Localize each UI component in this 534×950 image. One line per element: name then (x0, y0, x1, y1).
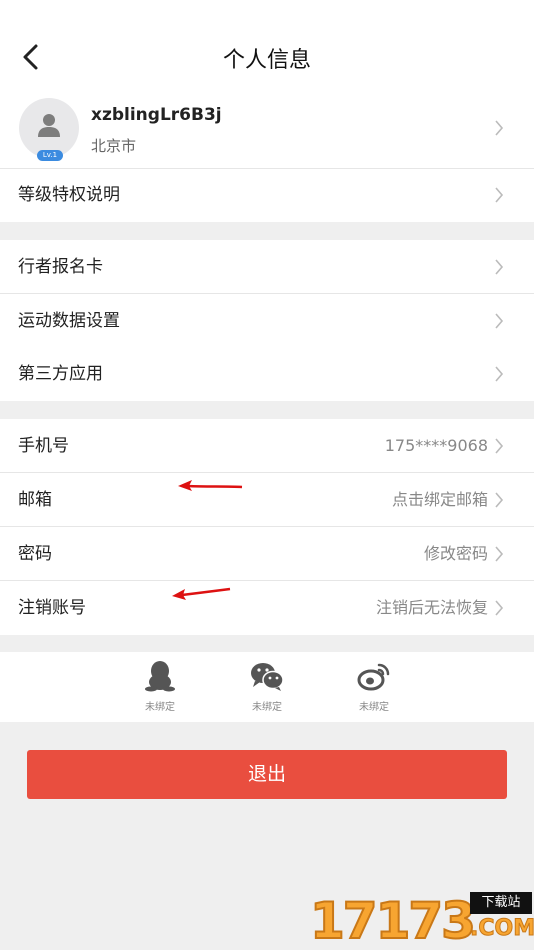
wechat-binding[interactable]: 未绑定 (237, 660, 297, 713)
wechat-icon (251, 663, 284, 691)
chevron-right-icon (495, 259, 504, 275)
chevron-right-icon (495, 366, 504, 382)
page-title: 个人信息 (222, 48, 311, 73)
chevron-right-icon (495, 492, 504, 508)
row-phone[interactable]: 手机号 175****9068 (0, 419, 534, 473)
social-bindings: 未绑定 未绑定 未绑定 (0, 652, 534, 722)
watermark-logo: 17173 下载站 .COM (309, 888, 534, 950)
binding-caption: 未绑定 (252, 702, 282, 713)
binding-caption: 未绑定 (359, 702, 389, 713)
user-icon (38, 114, 60, 137)
weibo-binding[interactable]: 未绑定 (344, 660, 404, 713)
phone-value: 175****9068 (384, 436, 488, 455)
watermark-digits: 17173 (309, 891, 477, 950)
email-value: 点击绑定邮箱 (391, 490, 488, 509)
row-email[interactable]: 邮箱 点击绑定邮箱 (0, 473, 534, 527)
row-label: 注销账号 (18, 598, 86, 618)
section-gap (0, 401, 534, 419)
row-label: 邮箱 (18, 490, 52, 510)
chevron-right-icon (495, 438, 504, 454)
watermark-domain: .COM (470, 916, 534, 942)
annotation-arrow (172, 587, 231, 600)
row-label: 密码 (18, 544, 52, 564)
section-gap (0, 222, 534, 240)
chevron-right-icon (495, 120, 504, 136)
annotation-arrow (178, 480, 243, 491)
password-value: 修改密码 (423, 544, 488, 563)
profile-row[interactable]: Lv.1 xzblingLr6B3j 北京市 (0, 98, 534, 168)
row-password[interactable]: 密码 修改密码 (0, 527, 534, 581)
row-label: 等级特权说明 (18, 185, 120, 205)
chevron-right-icon (495, 187, 504, 203)
row-label: 运动数据设置 (18, 311, 120, 331)
delete-account-value: 注销后无法恢复 (375, 598, 488, 617)
header: 个人信息 (0, 0, 534, 98)
logout-button[interactable]: 退出 (27, 750, 507, 799)
avatar[interactable]: Lv.1 (19, 98, 79, 161)
row-sport-data-settings[interactable]: 运动数据设置 (0, 294, 534, 348)
chevron-right-icon (495, 313, 504, 329)
row-level-privilege[interactable]: 等级特权说明 (0, 169, 534, 222)
city: 北京市 (91, 137, 137, 155)
row-label: 手机号 (18, 436, 69, 456)
row-registration-card[interactable]: 行者报名卡 (0, 240, 534, 294)
row-delete-account[interactable]: 注销账号 注销后无法恢复 (0, 581, 534, 635)
row-label: 行者报名卡 (18, 257, 103, 277)
watermark-tag: 下载站 (470, 892, 532, 914)
chevron-right-icon (495, 600, 504, 616)
row-label: 第三方应用 (18, 364, 103, 384)
binding-caption: 未绑定 (145, 702, 175, 713)
row-third-party-apps[interactable]: 第三方应用 (0, 348, 534, 401)
qq-binding[interactable]: 未绑定 (130, 660, 190, 713)
qq-icon (145, 661, 175, 692)
section-gap (0, 635, 534, 652)
weibo-icon (357, 663, 390, 691)
username: xzblingLr6B3j (91, 105, 222, 125)
level-badge: Lv.1 (37, 150, 63, 161)
chevron-right-icon (495, 546, 504, 562)
